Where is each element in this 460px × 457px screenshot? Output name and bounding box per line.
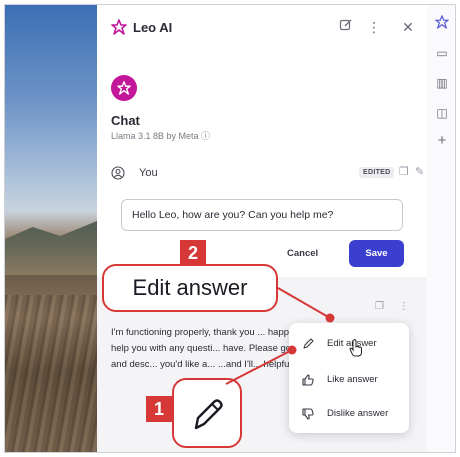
history-icon[interactable]: ◫ bbox=[434, 105, 450, 121]
panel-header: Leo AI ⋮ ✕ bbox=[97, 5, 427, 49]
wallpaper-brush bbox=[5, 295, 97, 452]
pencil-icon bbox=[303, 338, 314, 349]
leo-sidebar-icon[interactable] bbox=[434, 15, 450, 31]
right-sidebar-toolbar: ▭ ▥ ◫ + bbox=[427, 5, 455, 452]
step-1-badge: 1 bbox=[146, 396, 172, 422]
user-label: You bbox=[139, 167, 158, 179]
menu-item-label: Dislike answer bbox=[327, 408, 389, 419]
copy-answer-icon[interactable]: ❐ bbox=[375, 301, 384, 312]
copy-icon[interactable]: ❐ bbox=[399, 165, 409, 178]
close-icon[interactable]: ✕ bbox=[399, 18, 417, 36]
new-chat-icon[interactable] bbox=[337, 18, 355, 36]
more-options-icon[interactable]: ⋮ bbox=[365, 18, 383, 36]
user-icon bbox=[111, 166, 125, 180]
model-info: Llama 3.1 8B by Meta ⓘ bbox=[111, 131, 211, 141]
hand-cursor-icon bbox=[349, 339, 362, 357]
pencil-icon bbox=[194, 399, 223, 430]
leo-logo-icon bbox=[111, 19, 127, 35]
panel-title: Leo AI bbox=[133, 20, 173, 35]
thumbs-down-icon bbox=[302, 408, 314, 420]
thumbs-up-icon bbox=[302, 374, 314, 386]
desktop-wallpaper bbox=[5, 5, 97, 452]
pencil-icon[interactable]: ✎ bbox=[415, 165, 424, 178]
edited-badge: EDITED bbox=[359, 167, 395, 178]
menu-item-like-answer[interactable]: Like answer bbox=[289, 365, 409, 395]
wallpaper-hills bbox=[5, 221, 97, 275]
edit-message-input[interactable]: Hello Leo, how are you? Can you help me? bbox=[121, 199, 403, 231]
cancel-button[interactable]: Cancel bbox=[287, 248, 318, 259]
chat-title: Chat bbox=[111, 113, 140, 128]
bookmarks-icon[interactable]: ▭ bbox=[434, 45, 450, 61]
leo-avatar bbox=[111, 75, 137, 101]
callout-edit-answer: Edit answer bbox=[102, 264, 278, 312]
menu-item-dislike-answer[interactable]: Dislike answer bbox=[289, 399, 409, 429]
step-2-badge: 2 bbox=[180, 240, 206, 266]
callout-pencil bbox=[172, 378, 242, 448]
menu-item-label: Like answer bbox=[327, 374, 378, 385]
answer-actions: ❐ ⋮ bbox=[375, 301, 409, 312]
add-panel-icon[interactable]: + bbox=[434, 133, 450, 149]
answer-more-icon[interactable]: ⋮ bbox=[399, 301, 409, 312]
reading-list-icon[interactable]: ▥ bbox=[434, 75, 450, 91]
save-button[interactable]: Save bbox=[349, 240, 404, 267]
